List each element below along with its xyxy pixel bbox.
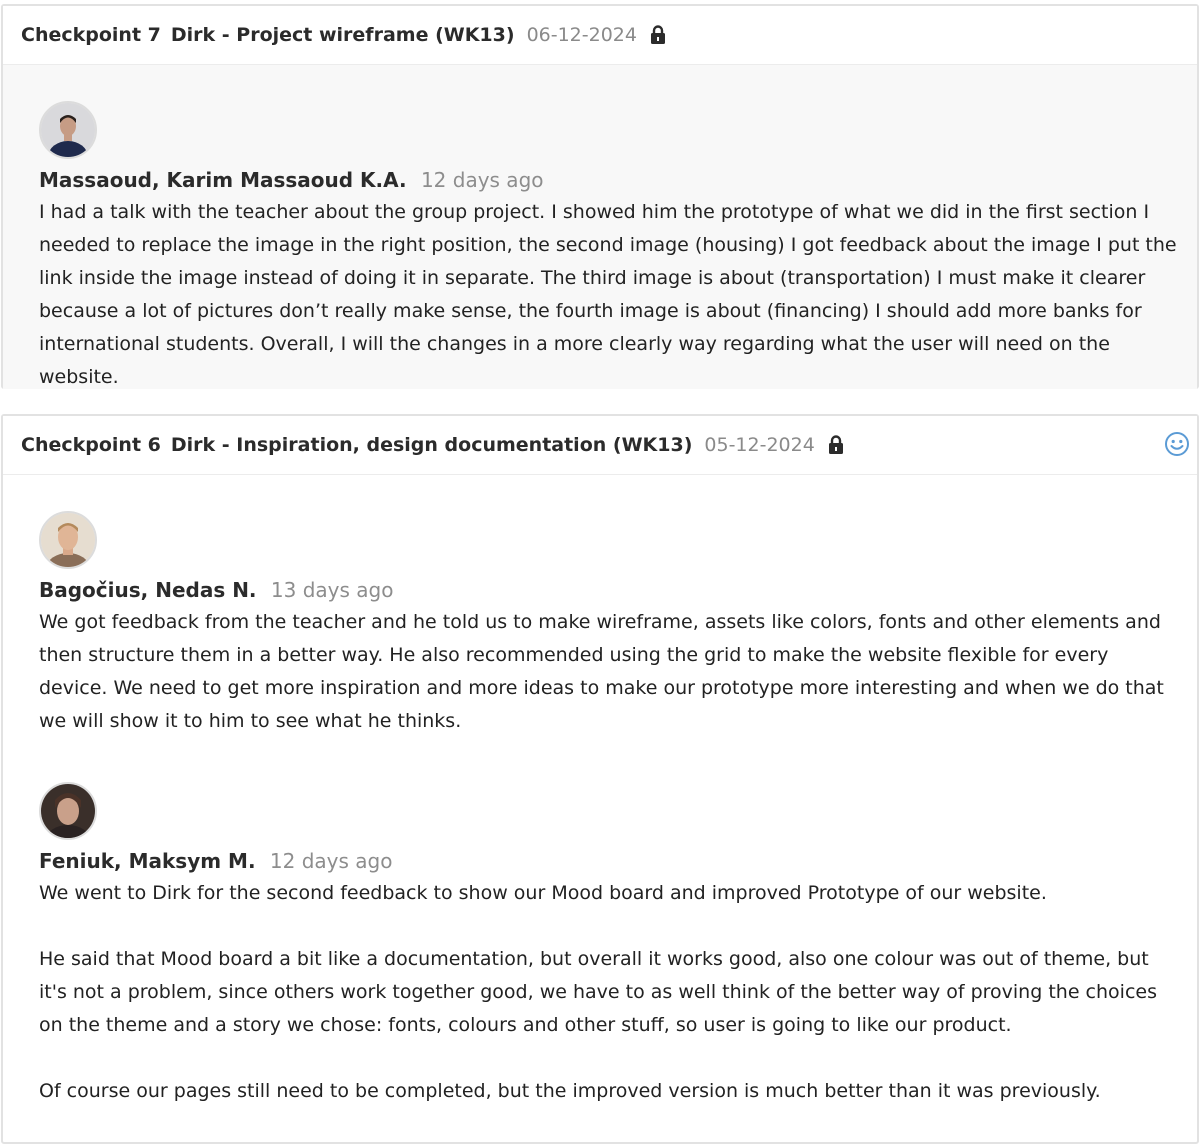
lock-icon: [828, 435, 844, 455]
entry-meta: Bagočius, Nedas N. 13 days ago: [39, 575, 1179, 605]
lock-icon: [650, 25, 666, 45]
time-ago: 12 days ago: [420, 168, 544, 192]
entry-paragraph: We got feedback from the teacher and he …: [39, 611, 1164, 732]
checkpoint-title: Dirk - Inspiration, design documentation…: [170, 434, 693, 456]
smiley-icon[interactable]: [1164, 431, 1190, 457]
checkpoint-label: Checkpoint 7: [21, 24, 161, 46]
checkpoint-date: 05-12-2024: [704, 434, 815, 456]
checkpoint-body: Massaoud, Karim Massaoud K.A. 12 days ag…: [3, 65, 1197, 389]
avatar[interactable]: [39, 782, 97, 840]
entry-text: We got feedback from the teacher and he …: [39, 606, 1179, 738]
entry-paragraph: He said that Mood board a bit like a doc…: [39, 948, 1157, 1036]
avatar[interactable]: [39, 511, 97, 569]
checkpoint-date: 06-12-2024: [526, 24, 637, 46]
entry-paragraph: I had a talk with the teacher about the …: [39, 201, 1177, 388]
feedback-entry: Feniuk, Maksym M. 12 days ago We went to…: [39, 782, 1179, 1108]
entry-paragraph: We went to Dirk for the second feedback …: [39, 882, 1047, 904]
checkpoint-body: Bagočius, Nedas N. 13 days ago We got fe…: [3, 475, 1197, 1108]
author-name[interactable]: Feniuk, Maksym M.: [39, 849, 256, 873]
checkpoint-card-7: Checkpoint 7 Dirk - Project wireframe (W…: [1, 4, 1199, 389]
time-ago: 12 days ago: [269, 849, 393, 873]
author-name[interactable]: Bagočius, Nedas N.: [39, 578, 257, 602]
entry-text: I had a talk with the teacher about the …: [39, 196, 1179, 394]
checkpoint-header[interactable]: Checkpoint 6 Dirk - Inspiration, design …: [3, 416, 1197, 475]
entry-meta: Feniuk, Maksym M. 12 days ago: [39, 846, 1179, 876]
entry-text: We went to Dirk for the second feedback …: [39, 877, 1179, 1108]
checkpoint-label: Checkpoint 6: [21, 434, 161, 456]
entry-paragraph: Of course our pages still need to be com…: [39, 1080, 1101, 1102]
entry-meta: Massaoud, Karim Massaoud K.A. 12 days ag…: [39, 165, 1179, 195]
checkpoint-header[interactable]: Checkpoint 7 Dirk - Project wireframe (W…: [3, 6, 1197, 65]
avatar[interactable]: [39, 101, 97, 159]
time-ago: 13 days ago: [270, 578, 394, 602]
checkpoint-card-6: Checkpoint 6 Dirk - Inspiration, design …: [1, 414, 1199, 1144]
author-name[interactable]: Massaoud, Karim Massaoud K.A.: [39, 168, 407, 192]
feedback-entry: Massaoud, Karim Massaoud K.A. 12 days ag…: [39, 101, 1179, 394]
checkpoint-title: Dirk - Project wireframe (WK13): [170, 24, 515, 46]
feedback-entry: Bagočius, Nedas N. 13 days ago We got fe…: [39, 511, 1179, 738]
